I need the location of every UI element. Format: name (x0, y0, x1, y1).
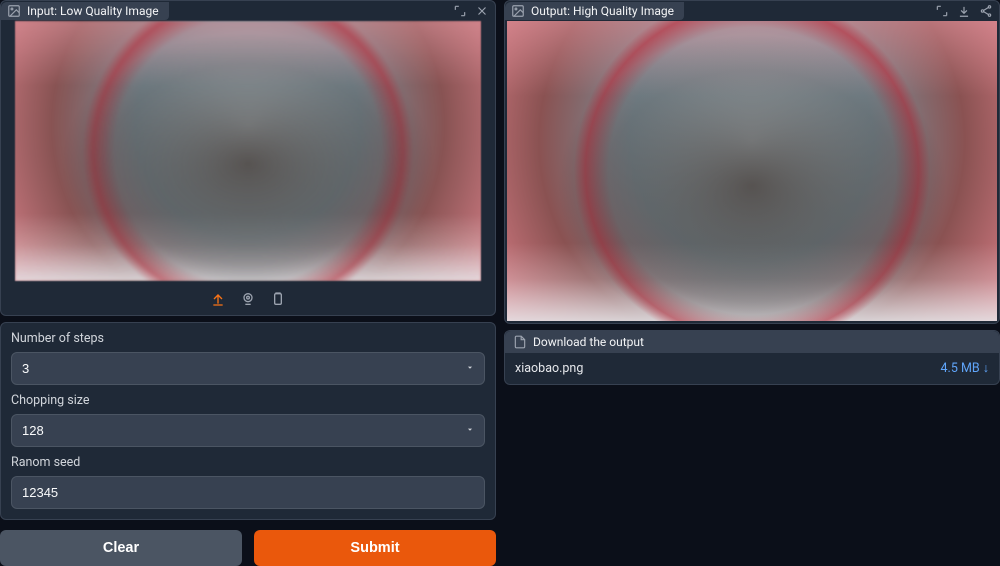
controls-panel: Number of steps Chopping size Ranom seed (0, 322, 496, 520)
webcam-icon[interactable] (240, 291, 256, 307)
input-panel-actions (447, 4, 495, 18)
steps-label: Number of steps (11, 331, 485, 346)
seed-label: Ranom seed (11, 455, 485, 470)
button-row: Clear Submit (0, 530, 496, 566)
output-image-area[interactable] (505, 21, 999, 323)
chopping-select[interactable] (11, 414, 485, 447)
image-icon (511, 4, 525, 18)
file-icon (513, 335, 527, 349)
output-panel-header: Output: High Quality Image (505, 1, 999, 21)
output-panel-title: Output: High Quality Image (531, 4, 674, 18)
submit-button[interactable]: Submit (254, 530, 496, 566)
clear-button[interactable]: Clear (0, 530, 242, 566)
input-panel-header: Input: Low Quality Image (1, 1, 495, 21)
download-panel: Download the output xiaobao.png 4.5 MB ↓ (504, 330, 1000, 385)
download-icon[interactable] (957, 4, 971, 18)
steps-field: Number of steps (11, 331, 485, 385)
image-icon (7, 4, 21, 18)
file-row[interactable]: xiaobao.png 4.5 MB ↓ (505, 353, 999, 384)
seed-field: Ranom seed (11, 455, 485, 509)
output-panel-actions (929, 4, 999, 18)
upload-icon[interactable] (210, 291, 226, 307)
file-name: xiaobao.png (515, 361, 583, 376)
clipboard-icon[interactable] (270, 291, 286, 307)
input-panel-title-wrap: Input: Low Quality Image (1, 2, 169, 20)
share-icon[interactable] (979, 4, 993, 18)
close-icon[interactable] (475, 4, 489, 18)
download-title: Download the output (533, 335, 644, 349)
input-image-area[interactable] (1, 21, 495, 285)
expand-icon[interactable] (935, 4, 949, 18)
expand-icon[interactable] (453, 4, 467, 18)
seed-input[interactable] (11, 476, 485, 509)
left-column: Input: Low Quality Image (0, 0, 496, 534)
input-image-panel: Input: Low Quality Image (0, 0, 496, 316)
download-header: Download the output (505, 331, 999, 353)
chopping-field: Chopping size (11, 393, 485, 447)
input-panel-title: Input: Low Quality Image (27, 4, 159, 18)
output-image-panel: Output: High Quality Image (504, 0, 1000, 324)
input-image-toolbar (1, 285, 495, 315)
input-image (15, 21, 481, 281)
right-column: Output: High Quality Image Do (504, 0, 1000, 534)
output-panel-title-wrap: Output: High Quality Image (505, 2, 684, 20)
steps-select[interactable] (11, 352, 485, 385)
output-image (507, 21, 997, 321)
file-size[interactable]: 4.5 MB ↓ (941, 361, 990, 376)
chopping-label: Chopping size (11, 393, 485, 408)
